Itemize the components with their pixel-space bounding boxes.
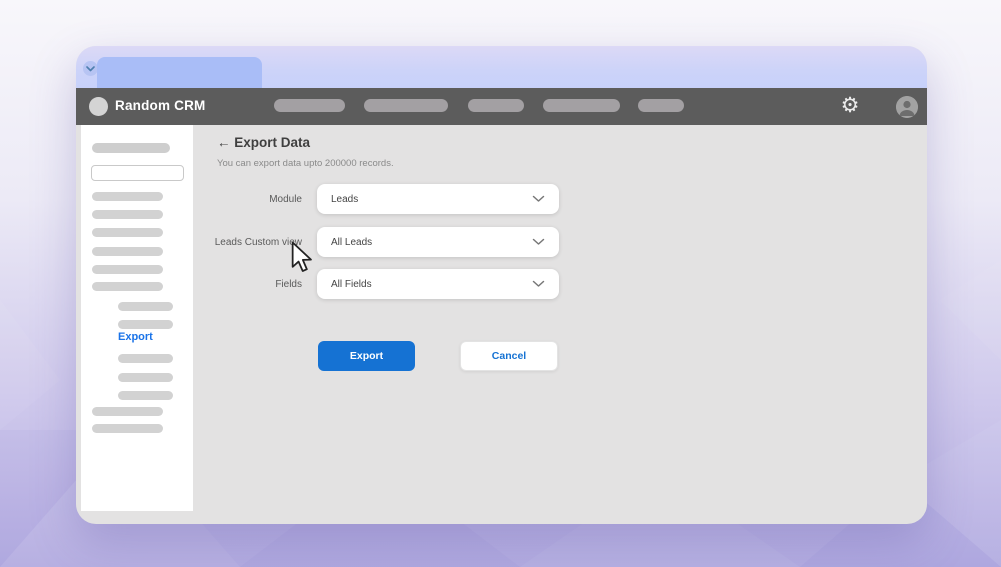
- module-label: Module: [142, 194, 302, 205]
- settings-gear-icon[interactable]: ⚙: [838, 93, 862, 119]
- nav-placeholder-1[interactable]: [274, 99, 345, 112]
- form-row-custom-view: Leads Custom view All Leads: [142, 227, 562, 257]
- page-title: ← Export Data: [217, 135, 310, 150]
- tab-list-button[interactable]: [83, 61, 98, 76]
- sidebar-search-input[interactable]: [91, 165, 184, 181]
- chevron-down-icon: [532, 195, 545, 203]
- sidebar-item-placeholder[interactable]: [92, 424, 163, 433]
- browser-active-tab[interactable]: [97, 57, 262, 88]
- cancel-button[interactable]: Cancel: [460, 341, 558, 371]
- sidebar-subitem-placeholder[interactable]: [118, 320, 173, 329]
- sidebar: Export: [81, 125, 193, 511]
- fields-dropdown-value: All Fields: [331, 279, 532, 290]
- app-header: Random CRM ⚙: [76, 88, 927, 125]
- sidebar-item-placeholder[interactable]: [92, 407, 163, 416]
- user-avatar[interactable]: [896, 96, 918, 118]
- nav-placeholder-4[interactable]: [543, 99, 620, 112]
- custom-view-label: Leads Custom view: [142, 237, 302, 248]
- sidebar-item-export[interactable]: Export: [118, 331, 153, 343]
- nav-placeholder-5[interactable]: [638, 99, 684, 112]
- fields-label: Fields: [142, 279, 302, 290]
- page-subtitle: You can export data upto 200000 records.: [217, 158, 394, 169]
- module-dropdown[interactable]: Leads: [317, 184, 559, 214]
- back-arrow-icon[interactable]: ←: [217, 135, 231, 150]
- form-row-fields: Fields All Fields: [142, 269, 562, 299]
- mouse-cursor: [291, 241, 315, 275]
- form-row-module: Module Leads: [142, 184, 562, 214]
- app-window: Random CRM ⚙ Export: [76, 46, 927, 524]
- browser-tab-strip: [76, 46, 927, 88]
- sidebar-subitem-placeholder[interactable]: [118, 354, 173, 363]
- custom-view-dropdown-value: All Leads: [331, 237, 532, 248]
- chevron-down-icon: [532, 238, 545, 246]
- nav-placeholder-3[interactable]: [468, 99, 524, 112]
- sidebar-subitem-placeholder[interactable]: [118, 373, 173, 382]
- sidebar-subitem-placeholder[interactable]: [118, 302, 173, 311]
- app-title: Random CRM: [115, 98, 206, 113]
- export-button[interactable]: Export: [318, 341, 415, 371]
- person-icon: [896, 96, 918, 118]
- custom-view-dropdown[interactable]: All Leads: [317, 227, 559, 257]
- app-logo: [89, 97, 108, 116]
- sidebar-title-placeholder: [92, 143, 170, 153]
- nav-placeholder-2[interactable]: [364, 99, 448, 112]
- chevron-down-icon: [86, 66, 95, 72]
- chevron-down-icon: [532, 280, 545, 288]
- fields-dropdown[interactable]: All Fields: [317, 269, 559, 299]
- page-title-text: Export Data: [234, 135, 310, 150]
- sidebar-subitem-placeholder[interactable]: [118, 391, 173, 400]
- module-dropdown-value: Leads: [331, 194, 532, 205]
